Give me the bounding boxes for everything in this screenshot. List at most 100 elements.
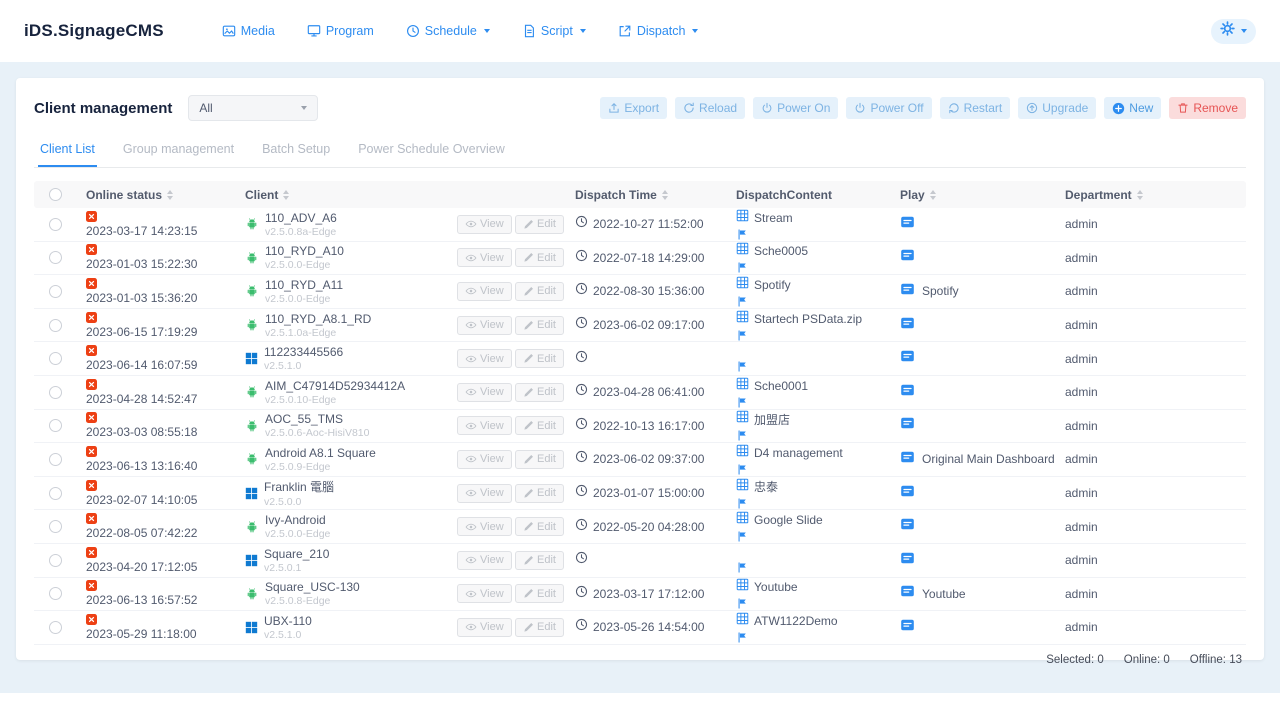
dispatch-time-cell: 2023-04-28 06:41:00: [575, 383, 736, 401]
row-checkbox[interactable]: [49, 487, 62, 500]
edit-button[interactable]: Edit: [515, 484, 564, 503]
nav-dispatch[interactable]: Dispatch: [618, 24, 699, 38]
row-checkbox[interactable]: [49, 554, 62, 567]
department-cell: admin: [1065, 520, 1246, 534]
view-button[interactable]: View: [457, 450, 512, 469]
edit-button[interactable]: Edit: [515, 618, 564, 637]
edit-button[interactable]: Edit: [515, 215, 564, 234]
row-checkbox[interactable]: [49, 520, 62, 533]
restart-button[interactable]: Restart: [940, 97, 1011, 119]
clock-icon: [575, 518, 588, 536]
sort-icon[interactable]: [283, 190, 289, 200]
row-checkbox[interactable]: [49, 352, 62, 365]
row-checkbox[interactable]: [49, 285, 62, 298]
tab-batch-setup[interactable]: Batch Setup: [260, 136, 332, 167]
view-button[interactable]: View: [457, 551, 512, 570]
view-button[interactable]: View: [457, 517, 512, 536]
table-row: 2023-01-03 15:36:20 110_RYD_A11 v2.5.0.0…: [34, 275, 1246, 309]
tab-group-management[interactable]: Group management: [121, 136, 236, 167]
view-button-label: View: [480, 386, 504, 398]
edit-button[interactable]: Edit: [515, 349, 564, 368]
edit-button[interactable]: Edit: [515, 517, 564, 536]
view-button[interactable]: View: [457, 584, 512, 603]
department: admin: [1065, 284, 1098, 298]
group-filter-select[interactable]: All: [188, 95, 318, 121]
row-checkbox[interactable]: [49, 587, 62, 600]
edit-button[interactable]: Edit: [515, 450, 564, 469]
nav-schedule[interactable]: Schedule: [406, 24, 490, 38]
view-button[interactable]: View: [457, 349, 512, 368]
nav-script[interactable]: Script: [522, 24, 586, 38]
edit-button[interactable]: Edit: [515, 282, 564, 301]
edit-button[interactable]: Edit: [515, 383, 564, 402]
view-button[interactable]: View: [457, 215, 512, 234]
remove-button[interactable]: Remove: [1169, 97, 1246, 119]
client-name: AIM_C47914D52934412A: [265, 379, 405, 393]
edit-cell: Edit: [515, 349, 575, 368]
settings-button[interactable]: [1211, 19, 1256, 44]
view-button-label: View: [480, 453, 504, 465]
view-button[interactable]: View: [457, 618, 512, 637]
tab-client-list[interactable]: Client List: [38, 136, 97, 167]
client-cell: Android A8.1 Square v2.5.0.9-Edge: [245, 446, 457, 473]
eye-icon: [465, 252, 477, 264]
view-cell: View: [457, 618, 515, 637]
table-row: 2023-06-15 17:19:29 110_RYD_A8.1_RD v2.5…: [34, 309, 1246, 343]
sort-icon[interactable]: [930, 190, 936, 200]
sort-icon[interactable]: [167, 190, 173, 200]
offline-status-icon: [86, 278, 97, 289]
dispatch-time: 2022-05-20 04:28:00: [593, 520, 704, 534]
column-header-client[interactable]: Client: [245, 188, 457, 202]
nav-program[interactable]: Program: [307, 24, 374, 38]
table-row: 2023-05-29 11:18:00 UBX-110 v2.5.1.0 Vie…: [34, 611, 1246, 645]
sort-icon[interactable]: [1137, 190, 1143, 200]
upgrade-button[interactable]: Upgrade: [1018, 97, 1096, 119]
view-button[interactable]: View: [457, 248, 512, 267]
pencil-icon: [523, 320, 534, 331]
edit-button[interactable]: Edit: [515, 551, 564, 570]
windows-icon: [245, 621, 258, 634]
view-button[interactable]: View: [457, 282, 512, 301]
column-header-status[interactable]: Online status: [86, 188, 245, 202]
edit-button[interactable]: Edit: [515, 316, 564, 335]
column-header-play[interactable]: Play: [900, 188, 1065, 202]
edit-button[interactable]: Edit: [515, 416, 564, 435]
dispatch-content-cell: Google Slide: [736, 511, 900, 542]
view-button[interactable]: View: [457, 416, 512, 435]
row-checkbox[interactable]: [49, 319, 62, 332]
row-checkbox[interactable]: [49, 621, 62, 634]
edit-button[interactable]: Edit: [515, 584, 564, 603]
client-version: v2.5.0.0-Edge: [265, 528, 330, 540]
column-label: Online status: [86, 188, 162, 202]
nav-media[interactable]: Media: [222, 24, 275, 38]
row-checkbox[interactable]: [49, 419, 62, 432]
row-checkbox[interactable]: [49, 251, 62, 264]
last-online-time: 2023-05-29 11:18:00: [86, 627, 197, 641]
column-header-time[interactable]: Dispatch Time: [575, 188, 736, 202]
row-checkbox[interactable]: [49, 218, 62, 231]
row-select-cell: [34, 352, 86, 365]
view-button[interactable]: View: [457, 383, 512, 402]
select-all-checkbox[interactable]: [49, 188, 62, 201]
power-on-button[interactable]: Power On: [753, 97, 838, 119]
tab-power-schedule-overview[interactable]: Power Schedule Overview: [356, 136, 507, 167]
export-button[interactable]: Export: [600, 97, 667, 119]
view-button[interactable]: View: [457, 316, 512, 335]
client-cell: AIM_C47914D52934412A v2.5.0.10-Edge: [245, 379, 457, 406]
view-button[interactable]: View: [457, 484, 512, 503]
new-button[interactable]: New: [1104, 97, 1161, 119]
client-cell: 110_RYD_A11 v2.5.0.0-Edge: [245, 278, 457, 305]
view-cell: View: [457, 349, 515, 368]
reload-button[interactable]: Reload: [675, 97, 745, 119]
dispatch-time-cell: 2022-08-30 15:36:00: [575, 282, 736, 300]
last-online-time: 2022-08-05 07:42:22: [86, 526, 197, 540]
client-cell: AOC_55_TMS v2.5.0.6-Aoc-HisiV810: [245, 412, 457, 439]
row-checkbox[interactable]: [49, 386, 62, 399]
department-cell: admin: [1065, 486, 1246, 500]
pencil-icon: [523, 252, 534, 263]
power-off-button[interactable]: Power Off: [846, 97, 931, 119]
edit-button[interactable]: Edit: [515, 248, 564, 267]
row-checkbox[interactable]: [49, 453, 62, 466]
sort-icon[interactable]: [662, 190, 668, 200]
column-header-dept[interactable]: Department: [1065, 188, 1246, 202]
